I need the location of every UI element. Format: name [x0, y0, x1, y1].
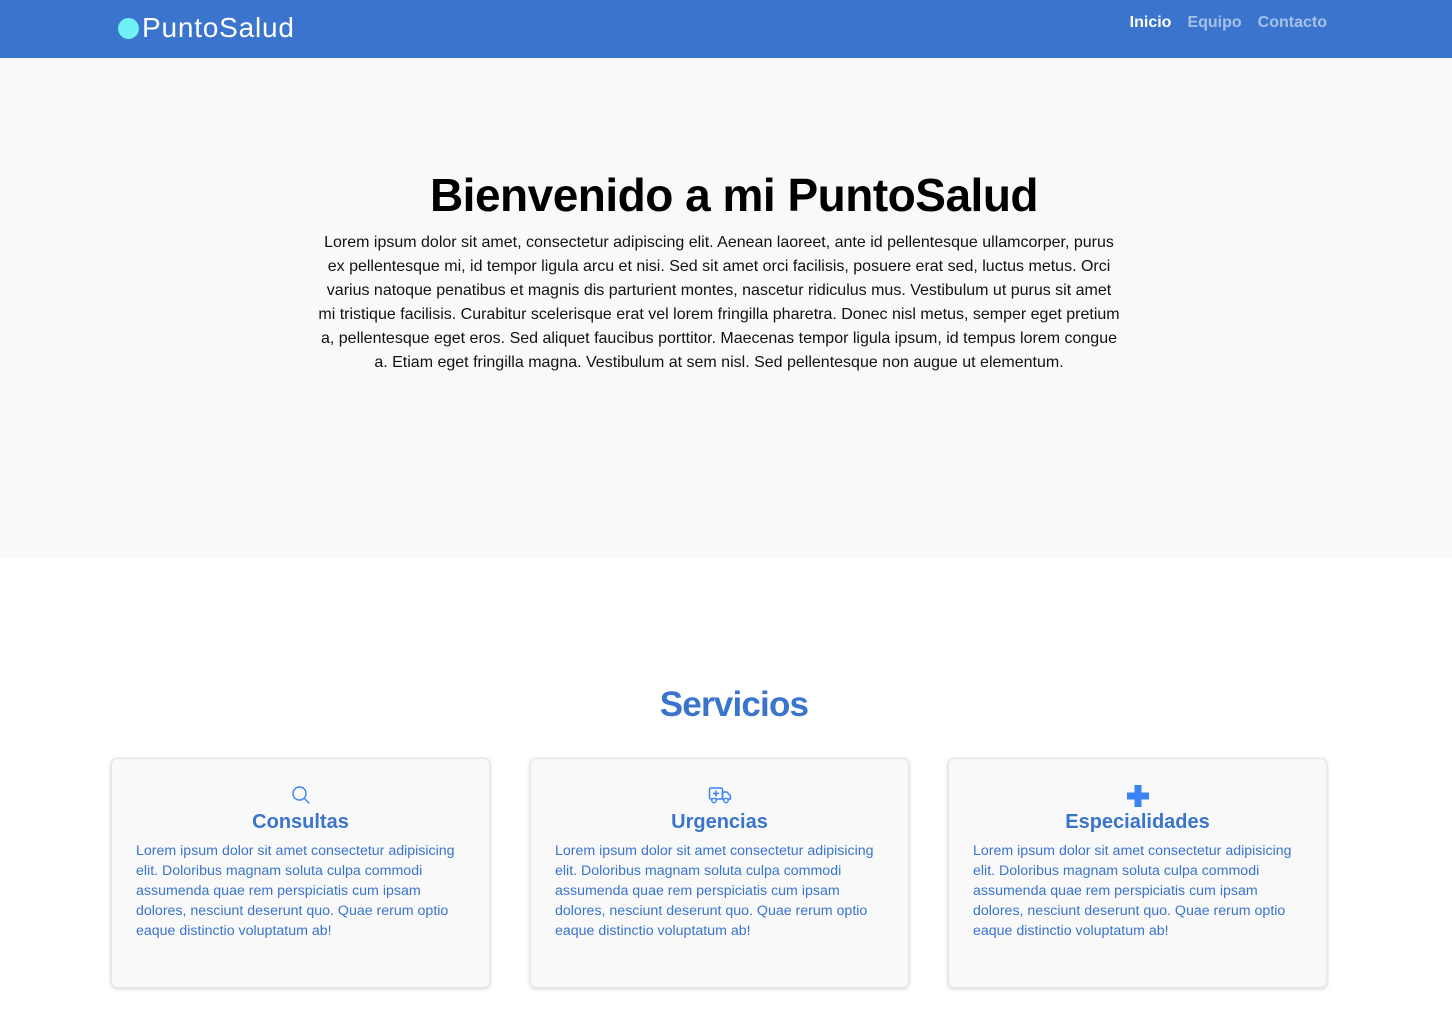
- card-title: Especialidades: [1065, 811, 1210, 833]
- hero-section: Bienvenido a mi PuntoSalud Lorem ipsum d…: [0, 58, 1452, 558]
- search-icon: [112, 785, 489, 807]
- nav-links: Inicio Equipo Contacto: [1130, 12, 1327, 34]
- card-title: Urgencias: [671, 811, 768, 833]
- brand-link[interactable]: PuntoSalud: [118, 8, 295, 48]
- hero-text: Lorem ipsum dolor sit amet, consectetur …: [318, 234, 1120, 371]
- brand-name: PuntoSalud: [142, 12, 295, 43]
- plus-icon: [949, 785, 1326, 807]
- service-card-especialidades: Especialidades Lorem ipsum dolor sit ame…: [948, 758, 1327, 988]
- navbar: PuntoSalud Inicio Equipo Contacto: [0, 0, 1452, 58]
- service-card-urgencias: Urgencias Lorem ipsum dolor sit amet con…: [530, 758, 909, 988]
- hero-title: Bienvenido a mi PuntoSalud: [429, 169, 1039, 221]
- card-text: Lorem ipsum dolor sit amet consectetur a…: [136, 843, 455, 939]
- card-text: Lorem ipsum dolor sit amet consectetur a…: [973, 843, 1292, 939]
- logo-dot-icon: [118, 17, 139, 39]
- nav-link-inicio[interactable]: Inicio: [1130, 14, 1172, 32]
- services-title: Servicios: [659, 685, 809, 724]
- card-text: Lorem ipsum dolor sit amet consectetur a…: [555, 843, 874, 939]
- card-title: Consultas: [252, 811, 349, 833]
- ambulance-icon: [531, 785, 908, 807]
- service-card-consultas: Consultas Lorem ipsum dolor sit amet con…: [111, 758, 490, 988]
- nav-link-contacto[interactable]: Contacto: [1258, 14, 1327, 32]
- nav-link-equipo[interactable]: Equipo: [1187, 14, 1241, 32]
